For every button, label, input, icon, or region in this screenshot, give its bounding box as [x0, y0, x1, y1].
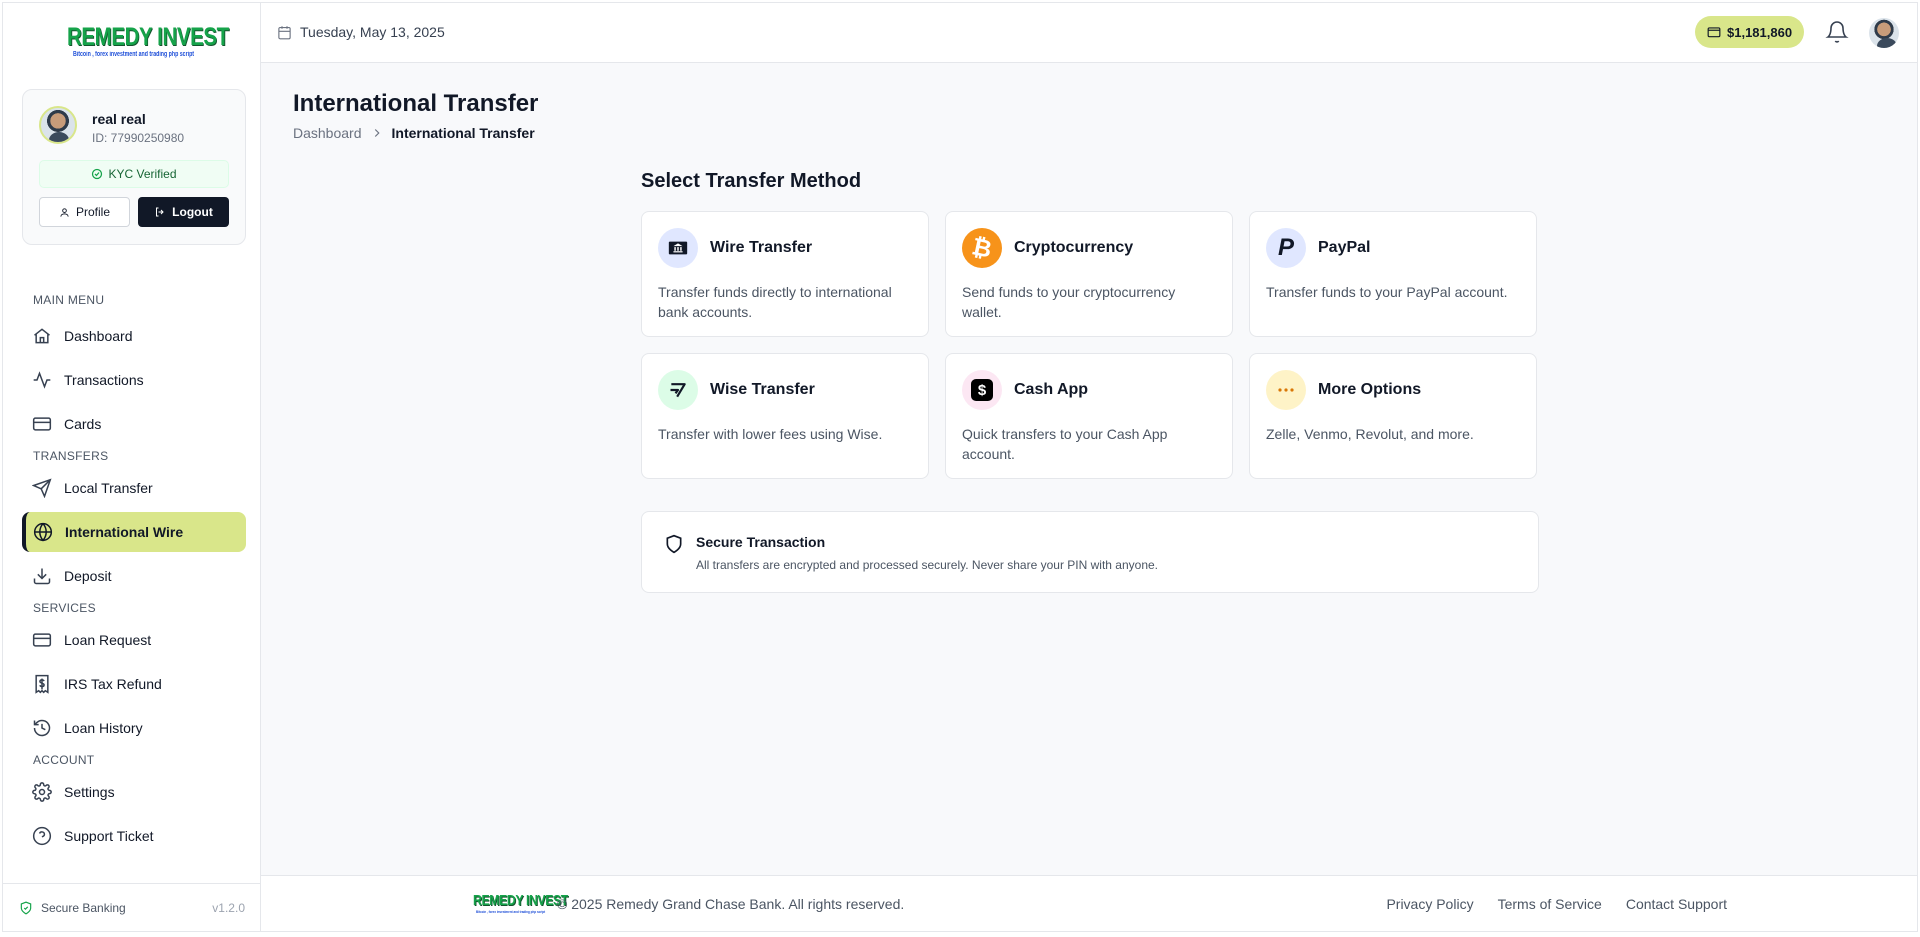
section-label-account: ACCOUNT	[33, 753, 95, 767]
sidebar-item-local-transfer[interactable]: Local Transfer	[22, 468, 246, 508]
dollar-receipt-icon	[35, 674, 49, 694]
notice-text: All transfers are encrypted and processe…	[696, 558, 1158, 572]
method-description: Zelle, Venmo, Revolut, and more.	[1266, 426, 1474, 442]
sidebar-item-dashboard[interactable]: Dashboard	[22, 316, 246, 356]
shield-check-icon	[20, 901, 32, 914]
activity-icon	[33, 371, 51, 389]
brand-logo[interactable]: REMEDY INVEST Bitcoin , forex investment…	[67, 23, 229, 65]
contact-support-link[interactable]: Contact Support	[1626, 896, 1727, 912]
profile-button[interactable]: Profile	[39, 197, 130, 227]
bank-icon	[658, 228, 698, 268]
section-label-transfers: TRANSFERS	[33, 449, 109, 463]
method-description: Send funds to your cryptocurrency wallet…	[962, 284, 1176, 320]
app-window: REMEDY INVEST Bitcoin , forex investment…	[2, 2, 1918, 932]
section-label-services: SERVICES	[33, 601, 96, 615]
method-title: More Options	[1318, 381, 1422, 398]
privacy-policy-link[interactable]: Privacy Policy	[1386, 896, 1473, 912]
history-icon	[33, 719, 51, 737]
sidebar-item-support-ticket[interactable]: Support Ticket	[22, 816, 246, 856]
breadcrumb: Dashboard International Transfer	[293, 125, 535, 141]
page-title: International Transfer	[293, 90, 539, 117]
more-icon	[1266, 370, 1306, 410]
calendar-icon	[278, 25, 291, 39]
wise-icon	[658, 370, 698, 410]
user-name: real real	[92, 111, 146, 127]
method-title: PayPal	[1318, 239, 1371, 256]
method-card-cryptocurrency[interactable]: ₿ Cryptocurrency Send funds to your cryp…	[945, 211, 1233, 337]
footer-logo: REMEDY INVEST Bitcoin , forex investment…	[473, 892, 568, 914]
method-description: Transfer funds to your PayPal account.	[1266, 284, 1508, 300]
user-avatar	[39, 106, 77, 144]
balance-badge[interactable]: $1,181,860	[1695, 16, 1805, 48]
top-header: Tuesday, May 13, 2025 $1,181,860	[261, 3, 1917, 63]
section-title: Select Transfer Method	[641, 170, 862, 192]
terms-of-service-link[interactable]: Terms of Service	[1498, 896, 1602, 912]
page-footer: REMEDY INVEST Bitcoin , forex investment…	[261, 875, 1917, 931]
section-label-main-menu: MAIN MENU	[33, 293, 105, 307]
sidebar-item-deposit[interactable]: Deposit	[22, 556, 246, 596]
method-title: Wise Transfer	[710, 381, 815, 398]
method-title: Cash App	[1014, 381, 1089, 398]
sidebar-item-settings[interactable]: Settings	[22, 772, 246, 812]
footer-links: Privacy Policy Terms of Service Contact …	[1386, 896, 1727, 912]
shield-icon	[666, 534, 682, 554]
help-circle-icon	[32, 826, 52, 846]
current-date: Tuesday, May 13, 2025	[277, 24, 445, 40]
credit-card-icon	[32, 633, 52, 647]
method-description: Transfer funds directly to international…	[658, 284, 892, 320]
secure-banking-label: Secure Banking	[41, 900, 126, 915]
method-card-wise-transfer[interactable]: Wise Transfer Transfer with lower fees u…	[641, 353, 929, 479]
method-title: Cryptocurrency	[1014, 239, 1134, 256]
kyc-status-badge: KYC Verified	[39, 160, 229, 188]
logout-icon	[156, 207, 164, 217]
globe-icon	[33, 522, 53, 542]
sidebar-item-international-wire[interactable]: International Wire	[22, 512, 246, 552]
bitcoin-icon: ₿	[962, 228, 1002, 268]
user-card: real real ID: 77990250980 KYC Verified P…	[22, 89, 246, 245]
bell-icon[interactable]	[1825, 20, 1849, 44]
wallet-icon	[1707, 27, 1721, 38]
sidebar: REMEDY INVEST Bitcoin , forex investment…	[3, 3, 261, 931]
breadcrumb-dashboard-link[interactable]: Dashboard	[293, 125, 362, 141]
method-card-paypal[interactable]: P PayPal Transfer funds to your PayPal a…	[1249, 211, 1537, 337]
logout-button[interactable]: Logout	[138, 197, 229, 227]
secure-transaction-notice: Secure Transaction All transfers are enc…	[641, 511, 1539, 593]
method-description: Transfer with lower fees using Wise.	[658, 426, 883, 442]
credit-card-icon	[32, 417, 52, 431]
method-card-more-options[interactable]: More Options Zelle, Venmo, Revolut, and …	[1249, 353, 1537, 479]
method-description: Quick transfers to your Cash App account…	[962, 426, 1168, 462]
send-icon	[32, 478, 52, 498]
download-icon	[33, 568, 51, 585]
method-card-cash-app[interactable]: $ Cash App Quick transfers to your Cash …	[945, 353, 1233, 479]
copyright-text: © 2025 Remedy Grand Chase Bank. All righ…	[557, 896, 905, 912]
cashapp-icon: $	[962, 370, 1002, 410]
sidebar-item-loan-request[interactable]: Loan Request	[22, 620, 246, 660]
sidebar-footer: Secure Banking v1.2.0	[3, 883, 261, 931]
method-card-wire-transfer[interactable]: Wire Transfer Transfer funds directly to…	[641, 211, 929, 337]
user-id: ID: 77990250980	[92, 131, 185, 145]
notice-title: Secure Transaction	[696, 534, 826, 550]
header-avatar[interactable]	[1869, 18, 1899, 48]
gear-icon	[32, 782, 52, 802]
version-label: v1.2.0	[212, 900, 245, 915]
sidebar-item-transactions[interactable]: Transactions	[22, 360, 246, 400]
home-icon	[34, 328, 50, 344]
breadcrumb-current: International Transfer	[391, 125, 535, 141]
method-title: Wire Transfer	[710, 239, 813, 256]
sidebar-item-irs-tax-refund[interactable]: IRS Tax Refund	[22, 664, 246, 704]
sidebar-item-cards[interactable]: Cards	[22, 404, 246, 444]
check-circle-icon	[92, 168, 103, 180]
chevron-right-icon	[374, 129, 380, 137]
paypal-icon: P	[1266, 228, 1306, 268]
sidebar-item-loan-history[interactable]: Loan History	[22, 708, 246, 748]
user-icon	[60, 207, 69, 217]
